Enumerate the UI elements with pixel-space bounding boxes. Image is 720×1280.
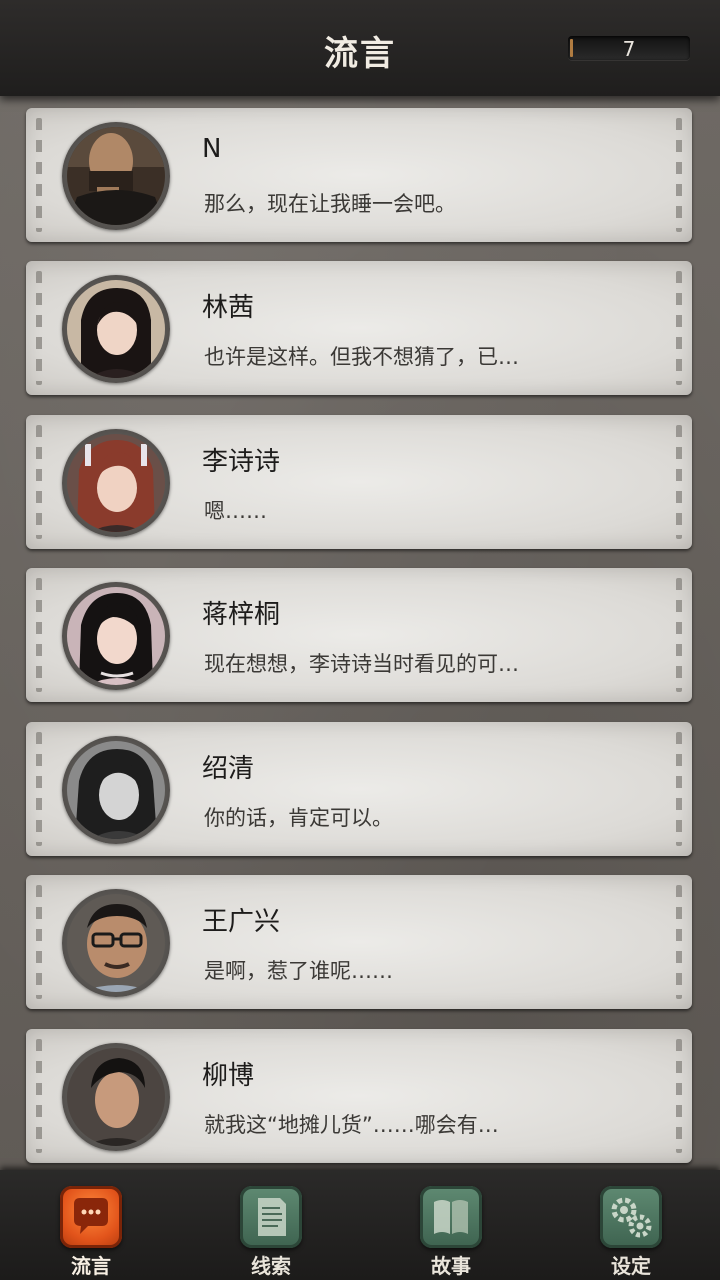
stitch-decoration [676, 578, 682, 692]
stitch-decoration [676, 885, 682, 999]
contact-message: 也许是这样。但我不想猜了，已… [204, 345, 519, 369]
book-icon [420, 1186, 482, 1248]
avatar [67, 280, 165, 378]
counter-badge: 7 [568, 36, 690, 61]
stitch-decoration [676, 271, 682, 385]
contact-card[interactable]: 李诗诗 嗯…… [26, 415, 692, 549]
tab-label: 故事 [431, 1254, 471, 1278]
bottom-nav: 流言 线索 故事 设定 [0, 1170, 720, 1280]
stitch-decoration [676, 1039, 682, 1153]
contact-message: 就我这“地摊儿货”……哪会有… [204, 1113, 499, 1137]
contact-card[interactable]: 王广兴 是啊，惹了谁呢…… [26, 875, 692, 1009]
contact-message: 嗯…… [204, 499, 267, 523]
contact-name: 柳博 [202, 1061, 255, 1091]
avatar-frame [62, 736, 170, 844]
avatar-frame [62, 275, 170, 383]
chat-bubble-icon [60, 1186, 122, 1248]
contact-message: 那么，现在让我睡一会吧。 [204, 192, 456, 216]
contact-message: 现在想想，李诗诗当时看见的可… [204, 652, 519, 676]
stitch-decoration [36, 578, 42, 692]
tab-label: 设定 [611, 1254, 651, 1278]
avatar-frame [62, 582, 170, 690]
contact-card[interactable]: N 那么，现在让我睡一会吧。 [26, 108, 692, 242]
contact-name: 绍清 [202, 754, 255, 784]
stitch-decoration [36, 1039, 42, 1153]
avatar [67, 127, 165, 225]
header-bar: 流言 7 [0, 0, 720, 96]
stitch-decoration [676, 425, 682, 539]
contact-message: 是啊，惹了谁呢…… [204, 959, 393, 983]
avatar-frame [62, 122, 170, 230]
contact-message: 你的话，肯定可以。 [204, 806, 393, 830]
tab-stories[interactable]: 故事 [416, 1184, 486, 1278]
contact-card[interactable]: 蒋梓桐 现在想想，李诗诗当时看见的可… [26, 568, 692, 702]
stitch-decoration [36, 118, 42, 232]
contact-name: N [202, 134, 222, 164]
tab-label: 线索 [251, 1254, 291, 1278]
avatar [67, 894, 165, 992]
avatar [67, 434, 165, 532]
contact-list[interactable]: N 那么，现在让我睡一会吧。 林茜 也许是这样。但我不想猜了，已… 李诗诗 嗯…… [0, 96, 720, 1170]
avatar-frame [62, 889, 170, 997]
stitch-decoration [36, 732, 42, 846]
tab-settings[interactable]: 设定 [596, 1184, 666, 1278]
avatar [67, 587, 165, 685]
avatar [67, 1048, 165, 1146]
stitch-decoration [36, 271, 42, 385]
tab-clues[interactable]: 线索 [236, 1184, 306, 1278]
contact-name: 蒋梓桐 [202, 600, 281, 630]
stitch-decoration [36, 885, 42, 999]
contact-card[interactable]: 绍清 你的话，肯定可以。 [26, 722, 692, 856]
counter-value: 7 [622, 37, 636, 61]
stitch-decoration [676, 732, 682, 846]
tab-label: 流言 [71, 1254, 111, 1278]
contact-name: 林茜 [202, 293, 255, 323]
avatar-frame [62, 1043, 170, 1151]
contact-card[interactable]: 林茜 也许是这样。但我不想猜了，已… [26, 261, 692, 395]
contact-card[interactable]: 柳博 就我这“地摊儿货”……哪会有… [26, 1029, 692, 1163]
avatar-frame [62, 429, 170, 537]
tab-rumors[interactable]: 流言 [56, 1184, 126, 1278]
stitch-decoration [676, 118, 682, 232]
contact-name: 李诗诗 [202, 447, 281, 477]
document-icon [240, 1186, 302, 1248]
avatar [67, 741, 165, 839]
stitch-decoration [36, 425, 42, 539]
gear-icon [600, 1186, 662, 1248]
contact-name: 王广兴 [202, 907, 281, 937]
